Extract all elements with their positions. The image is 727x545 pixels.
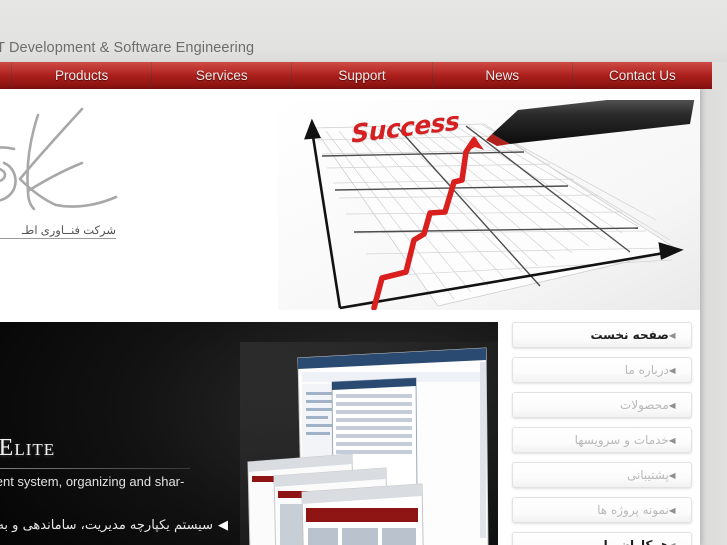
sidebar-item-label: صفحه نخست: [590, 328, 669, 342]
sidebar-item-label: نمونه پروژه ها: [597, 503, 669, 517]
nav-item-products[interactable]: Products: [12, 62, 153, 89]
sidebar-item-label: پشتیبانی: [626, 468, 669, 482]
sidebar-item-products[interactable]: ◀ محصولات: [512, 392, 692, 418]
nav-item-services[interactable]: Services: [152, 62, 293, 89]
chevron-left-icon: ◀: [668, 505, 676, 515]
nav-item-news[interactable]: News: [433, 62, 574, 89]
sidebar-item-home[interactable]: ◀ صفحه نخست: [512, 322, 692, 348]
promo-persian-label: سیستم یکپارچه مدیریت، ساماندهی و به اشتر: [0, 518, 213, 533]
promo-title: AS Elite: [0, 435, 56, 461]
chevron-left-icon: ◀: [668, 435, 676, 445]
nav-item-0[interactable]: [0, 62, 12, 89]
nav-right-gap: [712, 62, 727, 89]
chevron-left-icon: ◀: [668, 470, 676, 480]
site-logo[interactable]: شرکت فنــاوری اطـ: [0, 105, 124, 250]
sidebar-menu: ◀ صفحه نخست ◀ درباره ما ◀ محصولات ◀ خدما…: [512, 322, 692, 545]
chevron-left-icon: ◀: [668, 365, 676, 375]
top-strip: IT Development & Software Engineering: [0, 0, 727, 62]
main-navigation: Products Services Support News Contact U…: [0, 62, 714, 89]
sidebar-item-label: درباره ما: [624, 363, 669, 377]
sidebar-item-services[interactable]: ◀ خدمات و سرویسها: [512, 427, 692, 453]
page-root: IT Development & Software Engineering Pr…: [0, 0, 727, 545]
chevron-left-icon: ◀: [668, 540, 676, 545]
chevron-left-icon: ◀: [668, 330, 676, 340]
sidebar-item-label: محصولات: [619, 398, 669, 412]
sidebar-item-support[interactable]: ◀ پشتیبانی: [512, 462, 692, 488]
page-outer-background: [700, 89, 727, 545]
promo-bullet-icon: ◀: [218, 518, 228, 533]
nav-item-support[interactable]: Support: [292, 62, 433, 89]
site-tagline: IT Development & Software Engineering: [0, 40, 255, 56]
promo-banner: AS Elite nagement system, organizing and…: [0, 322, 498, 545]
sidebar-item-partners[interactable]: ◀ همکاران ما: [512, 532, 692, 545]
nav-item-contact-us[interactable]: Contact Us: [573, 62, 714, 89]
promo-divider: [0, 468, 190, 469]
sidebar-item-label: خدمات و سرویسها: [574, 433, 669, 447]
sidebar-item-about-us[interactable]: ◀ درباره ما: [512, 357, 692, 383]
hero-graph-svg: [278, 100, 700, 310]
page-content: Search شرکت فنــاوری اطـ: [0, 89, 700, 545]
promo-persian-text: ◀ سیستم یکپارچه مدیریت، ساماندهی و به اشت…: [0, 518, 228, 533]
sidebar-item-projects[interactable]: ◀ نمونه پروژه ها: [512, 497, 692, 523]
promo-subtitle: nagement system, organizing and shar-: [0, 474, 185, 489]
sidebar-item-label: همکاران ما: [603, 538, 669, 545]
hero-success-graph: Success: [278, 100, 700, 310]
logo-calligraphy-icon: [0, 107, 118, 211]
logo-subtitle: شرکت فنــاوری اطـ: [0, 223, 116, 239]
chevron-left-icon: ◀: [668, 400, 676, 410]
product-screenshots-image: [240, 342, 498, 545]
